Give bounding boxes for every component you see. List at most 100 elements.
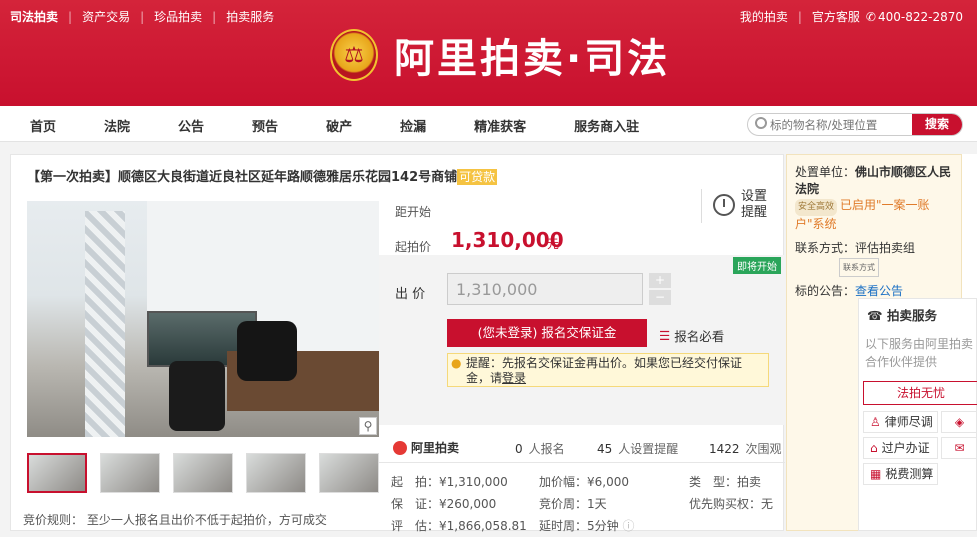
search-button[interactable]: 搜索 (912, 114, 962, 135)
thumbnail[interactable] (27, 453, 87, 493)
details-col-type: 类 型：拍卖 优先购买权：无 (689, 471, 773, 515)
start-price-unit: 元 (547, 237, 560, 251)
registration-label: 人报名 (528, 442, 565, 456)
contact-badge-row: 联系方式 (795, 258, 879, 277)
service-tax[interactable]: ▦ 税费测算 (863, 463, 938, 485)
service-more-icon[interactable]: ◈ (941, 411, 977, 433)
phone-icon: ✆ (865, 9, 876, 24)
service-title-text: 拍卖服务 (886, 308, 937, 323)
customer-service-link[interactable]: 官方客服 (812, 8, 860, 25)
auction-stats: 阿里拍卖 0 人报名 45 人设置提醒 1422 次围观 (379, 433, 785, 463)
divider (701, 189, 702, 223)
item-photo[interactable]: ⚲ (27, 201, 379, 437)
detail-deposit: 保 证：¥260,000 (391, 497, 497, 511)
search-input[interactable] (770, 116, 910, 134)
house-icon: ⌂ (870, 441, 878, 455)
calculator-icon: ▦ (870, 467, 882, 481)
safe-badge: 安全高效 (795, 199, 838, 216)
nav-home[interactable]: 首页 (30, 116, 56, 135)
service-transfer-label: 过户办证 (881, 441, 930, 455)
topnav-auction-service[interactable]: 拍卖服务 (226, 8, 274, 25)
must-read-link[interactable]: ☰ 报名必看 (659, 326, 724, 345)
decrease-button[interactable]: − (649, 290, 671, 305)
clock-icon (713, 194, 735, 216)
service-lawyer-label: 律师尽调 (884, 415, 933, 429)
divider: | (140, 9, 145, 24)
auction-card: 【第一次拍卖】顺德区大良街道近良社区延年路顺德雅居乐花园142号商铺 可贷款 ⚲ … (10, 154, 785, 533)
brand-logo[interactable]: 阿里拍卖·司法 (330, 26, 670, 84)
lightbulb-icon: ● (451, 356, 462, 370)
detail-increment: 加价幅：¥6,000 (539, 475, 629, 489)
header-banner: 司法拍卖 | 资产交易 | 珍品拍卖 | 拍卖服务 我的拍卖 | 官方客服 ✆ … (0, 0, 977, 106)
auction-service-panel: ☎ 拍卖服务 以下服务由阿里拍卖合作伙伴提供 法拍无忧 ♙ 律师尽调 ◈ ⌂ 过户办… (858, 298, 977, 531)
contact-row: 联系方式：评估拍卖组 (795, 240, 915, 257)
reminder-label: 人设置提醒 (618, 442, 679, 456)
bid-input[interactable] (447, 273, 643, 305)
divider: | (212, 9, 217, 24)
platform-logo: 阿里拍卖 (393, 439, 459, 456)
view-number: 1422 (709, 442, 740, 456)
my-auction-link[interactable]: 我的拍卖 (740, 8, 788, 25)
detail-type: 类 型：拍卖 (689, 475, 762, 489)
platform-name: 阿里拍卖 (411, 441, 460, 455)
thumbnail[interactable] (173, 453, 233, 493)
unit-label: 处置单位： (795, 165, 856, 179)
set-reminder-label: 设置提醒 (741, 189, 768, 220)
register-deposit-button[interactable]: (您未登录) 报名交保证金 (447, 319, 647, 347)
divider: | (797, 9, 802, 24)
bid-label: 出 价 (395, 287, 426, 302)
bid-stepper: + − (649, 273, 671, 307)
worry-free-button[interactable]: 法拍无忧 (863, 381, 977, 405)
registration-count: 0 人报名 (515, 440, 565, 457)
zoom-icon[interactable]: ⚲ (359, 417, 377, 435)
detail-priority: 优先购买权：无 (689, 497, 774, 511)
thumbnail-strip (27, 453, 392, 493)
detail-delay: 延时周：5分钟 ⓘ (539, 515, 634, 537)
nav-bargain[interactable]: 捡漏 (400, 116, 426, 135)
nav-precise-customers[interactable]: 精准获客 (474, 116, 526, 135)
thumbnail[interactable] (246, 453, 306, 493)
login-tip: ● 提醒：先报名交保证金再出价。如果您已经交付保证金，请登录 (447, 353, 769, 387)
search-icon (755, 117, 767, 129)
divider: | (68, 9, 73, 24)
loan-tag: 可贷款 (457, 169, 498, 185)
must-read-label: 报名必看 (674, 329, 725, 344)
view-label: 次围观 (745, 442, 782, 456)
main-navigation: 首页 法院 公告 预告 破产 捡漏 精准获客 服务商入驻 搜索 (0, 106, 977, 142)
thumbnail[interactable] (100, 453, 160, 493)
service-tax-label: 税费测算 (885, 467, 934, 481)
service-lawyer[interactable]: ♙ 律师尽调 (863, 411, 938, 433)
contact-badge[interactable]: 联系方式 (839, 258, 879, 277)
service-chat-icon[interactable]: ✉ (941, 437, 977, 459)
increase-button[interactable]: + (649, 273, 671, 288)
top-right-links: 我的拍卖 | 官方客服 ✆ 400-822-2870 (740, 8, 963, 25)
brand-title: 阿里拍卖·司法 (394, 36, 671, 82)
item-title-text: 【第一次拍卖】顺德区大良街道近良社区延年路顺德雅居乐花园142号商铺 (27, 170, 458, 185)
detail-appraisal: 评 估：¥1,866,058.81 (391, 519, 527, 533)
top-navigation: 司法拍卖 | 资产交易 | 珍品拍卖 | 拍卖服务 (10, 8, 284, 25)
service-transfer[interactable]: ⌂ 过户办证 (863, 437, 938, 459)
topnav-treasure-auction[interactable]: 珍品拍卖 (154, 8, 202, 25)
contact-label: 联系方式： (795, 241, 856, 255)
reminder-number: 45 (597, 442, 613, 456)
topnav-judicial-auction[interactable]: 司法拍卖 (10, 8, 58, 25)
lawyer-icon: ♙ (870, 415, 881, 429)
nav-notice[interactable]: 公告 (178, 116, 204, 135)
nav-court[interactable]: 法院 (104, 116, 130, 135)
notice-label: 标的公告： (795, 284, 856, 298)
unit-row: 处置单位：佛山市顺德区人民法院 (795, 164, 961, 198)
thumbnail[interactable] (319, 453, 379, 493)
topnav-asset-trading[interactable]: 资产交易 (82, 8, 130, 25)
nav-preview[interactable]: 预告 (252, 116, 278, 135)
login-link[interactable]: 登录 (502, 371, 526, 385)
nav-provider-join[interactable]: 服务商入驻 (574, 116, 639, 135)
set-reminder-button[interactable]: 设置提醒 (701, 189, 769, 223)
nav-bankruptcy[interactable]: 破产 (326, 116, 352, 135)
photo-screen (85, 211, 125, 437)
account-system-row: 安全高效 已启用"一案一账户"系统 (795, 197, 955, 233)
status-badge: 即将开始 (733, 257, 781, 274)
photo-chair (237, 321, 297, 381)
view-notice-link[interactable]: 查看公告 (855, 284, 903, 298)
countdown-label: 距开始 (395, 205, 432, 219)
ali-logo-icon (393, 440, 407, 455)
